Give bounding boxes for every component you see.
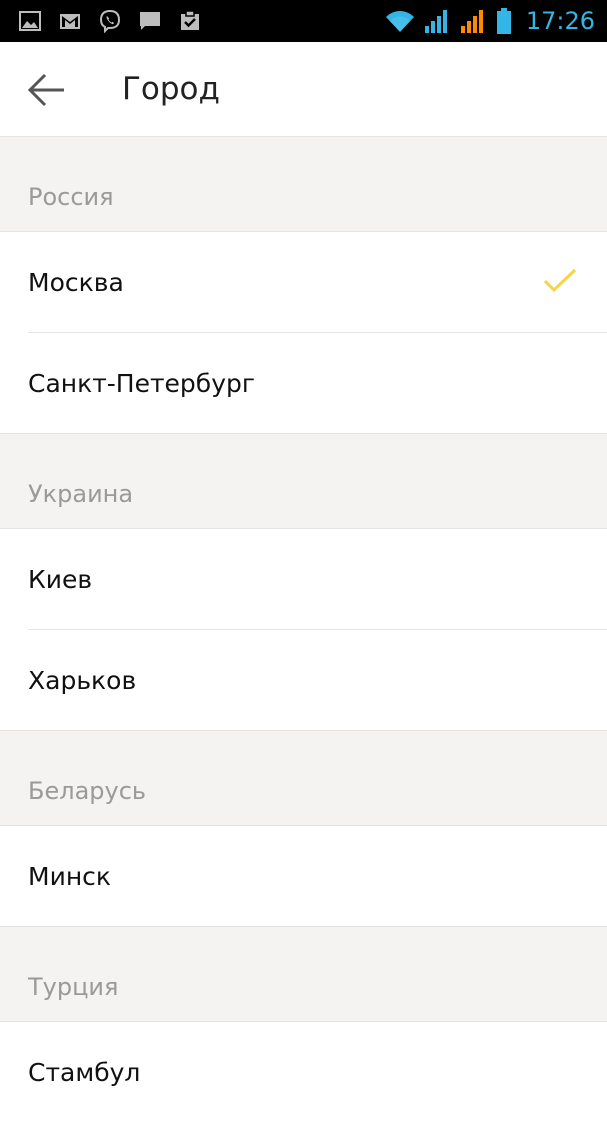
gmail-icon — [60, 14, 80, 29]
city-item-kyiv[interactable]: Киев — [0, 529, 607, 630]
system-icons: 17:26 — [384, 0, 595, 42]
page-title: Город — [122, 71, 220, 107]
signal-sim2-icon — [460, 10, 483, 33]
back-button[interactable] — [20, 64, 72, 116]
section-title: Беларусь — [28, 777, 147, 805]
city-name: Стамбул — [28, 1058, 141, 1087]
city-item-moscow[interactable]: Москва — [0, 232, 607, 333]
status-clock: 17:26 — [525, 7, 595, 35]
city-name: Киев — [28, 565, 93, 594]
section-header-ukraine: Украина — [0, 434, 607, 529]
section-title: Украина — [28, 480, 134, 508]
signal-sim1-icon — [424, 10, 447, 33]
city-item-saint-petersburg[interactable]: Санкт-Петербург — [0, 333, 607, 434]
checkmark-icon — [543, 268, 577, 293]
wifi-icon — [385, 11, 414, 32]
city-name: Санкт-Петербург — [28, 369, 256, 398]
task-icon — [181, 10, 199, 30]
status-bar: 17:26 — [0, 0, 607, 42]
section-header-turkey: Турция — [0, 927, 607, 1022]
viber-icon — [99, 9, 121, 33]
section-title: Россия — [28, 183, 114, 211]
section-title: Турция — [28, 973, 119, 1001]
battery-icon — [496, 8, 511, 34]
city-name: Москва — [28, 268, 124, 297]
gallery-icon — [19, 11, 41, 31]
message-icon — [140, 12, 160, 30]
app-bar: Город — [0, 42, 607, 137]
city-name: Минск — [28, 862, 112, 891]
city-item-kharkiv[interactable]: Харьков — [0, 630, 607, 731]
city-item-istanbul[interactable]: Стамбул — [0, 1022, 607, 1123]
section-header-russia: Россия — [0, 137, 607, 232]
notification-icons — [18, 0, 202, 42]
city-name: Харьков — [28, 666, 137, 695]
city-list[interactable]: Россия Москва Санкт-Петербург Украина Ки… — [0, 137, 607, 1123]
section-header-belarus: Беларусь — [0, 731, 607, 826]
arrow-left-icon — [27, 73, 64, 107]
city-item-minsk[interactable]: Минск — [0, 826, 607, 927]
